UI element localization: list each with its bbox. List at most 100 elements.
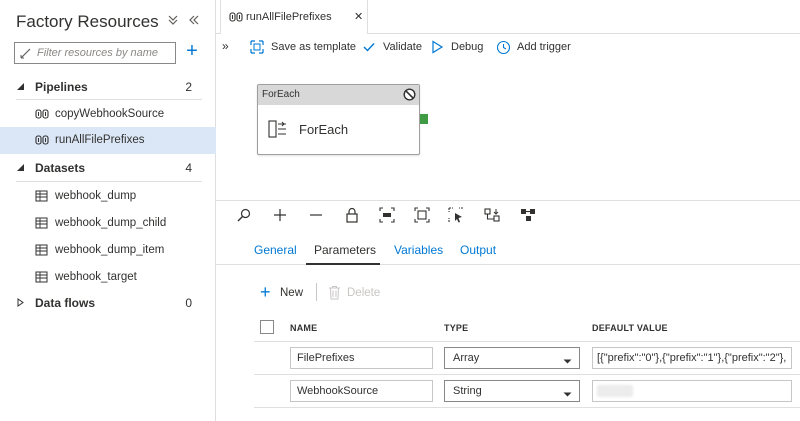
button-label: Validate (383, 41, 422, 53)
select-all-checkbox[interactable] (260, 320, 274, 334)
tab-label: runAllFilePrefixes (246, 11, 332, 23)
deactivate-icon[interactable] (403, 88, 416, 104)
activity-name: ForEach (299, 122, 349, 137)
document-tab-bar: runAllFilePrefixes ✕ (216, 0, 800, 34)
save-as-template-button[interactable]: Save as template (250, 37, 356, 57)
auto-align-icon[interactable] (484, 207, 500, 223)
tab-runallfileprefixes[interactable]: runAllFilePrefixes ✕ (220, 0, 368, 34)
tab-variables[interactable]: Variables (394, 243, 443, 265)
button-label: Add trigger (517, 41, 571, 53)
dataset-table-icon (35, 271, 48, 286)
group-label: Datasets (35, 161, 86, 175)
add-icon: + (260, 282, 271, 302)
button-label: Debug (451, 41, 484, 53)
sidebar-item-copywebhooksource[interactable]: copyWebhookSource (0, 101, 216, 128)
divider (16, 181, 202, 182)
parameter-name-field[interactable]: WebhookSource (290, 380, 433, 402)
parameter-default-field[interactable] (592, 380, 792, 402)
filter-resources-box[interactable] (14, 42, 176, 64)
sidebar-item-label: webhook_dump (55, 190, 137, 202)
parameters-action-bar: + New Delete (216, 280, 800, 306)
sidebar-item-webhook-dump-item[interactable]: webhook_dump_item (0, 237, 216, 264)
properties-panel-tabs: General Parameters Variables Output (216, 233, 800, 265)
expand-panel-icon[interactable]: » (222, 39, 229, 53)
sidebar-item-label: webhook_dump_item (55, 244, 165, 256)
activity-type-label: ForEach (262, 89, 300, 100)
group-label: Data flows (35, 296, 96, 310)
group-count: 2 (185, 80, 192, 94)
fit-to-screen-icon[interactable] (414, 207, 430, 223)
foreach-icon (268, 120, 288, 141)
canvas-zoom-toolbar (216, 200, 800, 228)
caret-down-icon (16, 82, 25, 94)
sidebar-group-pipelines[interactable]: Pipelines 2 (0, 74, 216, 100)
foreach-activity[interactable]: ForEach ForEach (257, 84, 420, 155)
factory-resources-sidebar: Factory Resources + Pipelines 2 copyWebh… (0, 0, 216, 421)
sidebar-item-webhook-dump-child[interactable]: webhook_dump_child (0, 210, 216, 237)
parameter-type-select[interactable]: Array (444, 347, 580, 369)
pipeline-icon (35, 134, 49, 149)
pipeline-icon (229, 11, 243, 26)
sidebar-item-label: webhook_dump_child (55, 217, 167, 229)
table-header-row: NAME TYPE DEFAULT VALUE (254, 312, 800, 342)
checkmark-icon (362, 40, 376, 57)
column-header-name: NAME (290, 323, 318, 333)
group-label: Pipelines (35, 80, 88, 94)
button-label: Save as template (271, 41, 356, 53)
sidebar-item-webhook-target[interactable]: webhook_target (0, 264, 216, 291)
sidebar-item-label: runAllFilePrefixes (55, 134, 145, 146)
table-row: WebhookSource String (254, 376, 800, 408)
search-icon (20, 47, 32, 62)
add-resource-button[interactable]: + (183, 41, 201, 61)
dataset-table-icon (35, 244, 48, 259)
zoom-in-icon[interactable] (272, 207, 288, 223)
add-trigger-button[interactable]: Add trigger (496, 37, 576, 57)
zoom-100-icon[interactable] (379, 207, 395, 223)
lock-icon[interactable] (344, 207, 360, 223)
caret-down-icon (563, 353, 572, 373)
pipeline-toolbar: » Save as template Validate Debug Add tr… (216, 35, 800, 59)
sidebar-header: Factory Resources (0, 0, 216, 40)
save-template-icon (250, 40, 264, 57)
pipeline-canvas[interactable]: ForEach ForEach (216, 60, 800, 200)
button-label: New (280, 287, 304, 299)
sidebar-item-webhook-dump[interactable]: webhook_dump (0, 183, 216, 210)
sidebar-item-label: webhook_target (55, 271, 137, 283)
sidebar-title: Factory Resources (16, 12, 159, 31)
activity-header: ForEach (258, 85, 419, 105)
divider (16, 99, 202, 100)
dataset-table-icon (35, 190, 48, 205)
collapse-all-icon[interactable] (166, 14, 180, 28)
close-icon[interactable]: ✕ (354, 10, 363, 23)
parameter-default-field[interactable]: [{"prefix":"0"},{"prefix":"1"},{"prefix"… (592, 347, 792, 369)
tab-general[interactable]: General (254, 243, 297, 265)
button-label: Delete (347, 287, 381, 299)
search-icon[interactable] (236, 207, 252, 223)
active-tab-indicator (306, 263, 380, 265)
dataset-table-icon (35, 217, 48, 232)
pipeline-editor: runAllFilePrefixes ✕ » Save as template … (216, 0, 800, 421)
collapse-sidebar-icon[interactable] (187, 14, 201, 28)
trigger-clock-icon (496, 40, 511, 58)
trash-icon (328, 285, 341, 303)
sidebar-item-label: copyWebhookSource (55, 108, 165, 120)
table-row: FilePrefixes Array [{"prefix":"0"},{"pre… (254, 343, 800, 375)
play-icon (430, 40, 444, 57)
sidebar-group-datasets[interactable]: Datasets 4 (0, 155, 216, 181)
group-count: 4 (185, 161, 192, 175)
select-pointer-icon[interactable] (448, 207, 464, 223)
validate-button[interactable]: Validate (362, 37, 422, 57)
tab-output[interactable]: Output (460, 243, 496, 265)
parameter-type-select[interactable]: String (444, 380, 580, 402)
sidebar-group-data-flows[interactable]: Data flows 0 (0, 290, 216, 316)
pipeline-icon (35, 108, 49, 123)
filter-resources-input[interactable] (37, 45, 171, 61)
parameter-name-field[interactable]: FilePrefixes (290, 347, 433, 369)
zoom-out-icon[interactable] (308, 207, 324, 223)
sidebar-item-runallfileprefixes[interactable]: runAllFilePrefixes (0, 127, 216, 154)
layout-icon[interactable] (520, 207, 536, 223)
column-header-default: DEFAULT VALUE (592, 323, 668, 333)
debug-button[interactable]: Debug (430, 37, 484, 57)
success-output-handle[interactable] (420, 114, 428, 124)
tab-parameters[interactable]: Parameters (314, 243, 376, 265)
